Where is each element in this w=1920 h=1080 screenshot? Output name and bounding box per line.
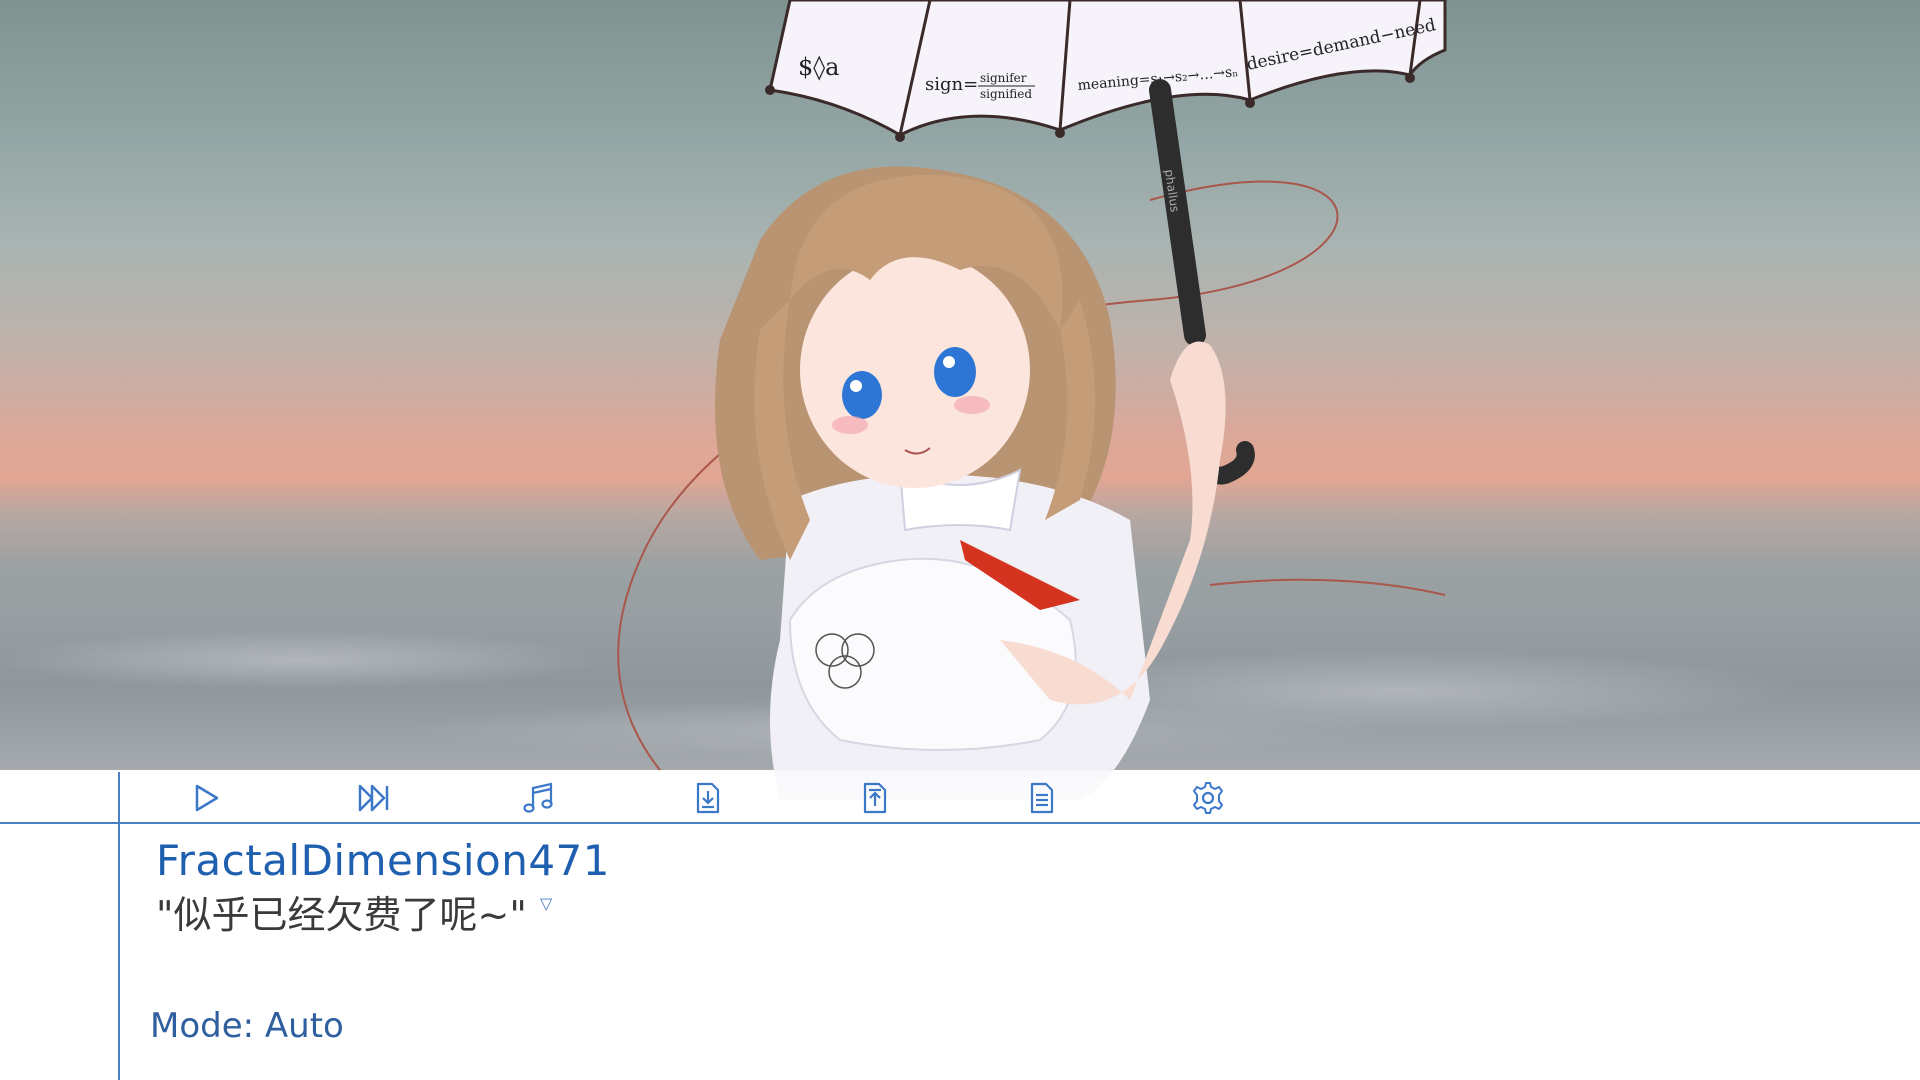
dialogue-text: "似乎已经欠费了呢~"	[156, 893, 527, 937]
log-button[interactable]	[1019, 776, 1063, 820]
load-upload-icon	[863, 782, 887, 814]
save-download-icon	[696, 782, 720, 814]
umbrella-text-2: sign=	[925, 74, 978, 95]
speaker-name: FractalDimension471	[156, 836, 610, 885]
umbrella-text-1: $◊a	[798, 53, 839, 81]
advance-indicator-icon: ▽	[540, 894, 553, 913]
mode-indicator: Mode: Auto	[150, 1006, 344, 1046]
umbrella-text-3: signifer	[980, 71, 1027, 85]
music-note-icon	[523, 782, 553, 813]
save-button[interactable]	[685, 776, 729, 820]
settings-button[interactable]	[1186, 776, 1230, 820]
skip-button[interactable]	[352, 776, 396, 820]
play-button[interactable]	[184, 776, 228, 820]
gear-icon	[1193, 782, 1223, 814]
play-icon	[195, 784, 219, 812]
dialogue-left-rule	[118, 772, 120, 1080]
fast-forward-icon	[358, 784, 389, 812]
music-button[interactable]	[517, 776, 561, 820]
quick-menu-bar	[0, 771, 1920, 823]
load-button[interactable]	[852, 776, 896, 820]
document-log-icon	[1030, 782, 1054, 814]
umbrella-text-4: signified	[980, 87, 1032, 101]
